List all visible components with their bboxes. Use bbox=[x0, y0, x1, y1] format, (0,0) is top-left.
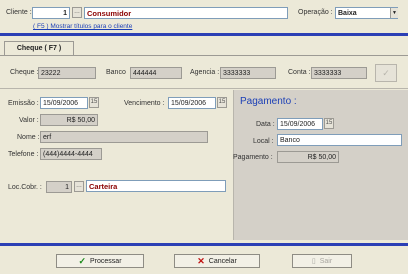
agencia-field[interactable]: 3333333 bbox=[220, 67, 276, 79]
tab-divider bbox=[0, 55, 408, 56]
nome-field[interactable]: erf bbox=[40, 131, 208, 143]
check-icon: ✓ bbox=[78, 255, 87, 266]
close-icon: ✕ bbox=[197, 255, 205, 266]
pagamento-title: Pagamento : bbox=[240, 96, 297, 107]
cliente-name-field: Consumidor bbox=[84, 7, 288, 19]
vencimento-label: Vencimento : bbox=[124, 100, 165, 107]
pagamento-label: Pagamento : bbox=[233, 154, 273, 161]
calendar-icon[interactable]: 15 bbox=[324, 118, 334, 129]
chevron-down-icon[interactable]: ▼ bbox=[390, 8, 398, 18]
top-divider bbox=[0, 33, 408, 36]
telefone-field[interactable]: (444)4444-4444 bbox=[40, 148, 102, 160]
processar-label: Processar bbox=[90, 257, 122, 265]
local-input[interactable]: Banco bbox=[277, 134, 402, 146]
operacao-select[interactable]: Baixa bbox=[335, 7, 398, 19]
sair-label: Sair bbox=[319, 257, 333, 265]
emissao-input[interactable]: 15/09/2006 bbox=[40, 97, 88, 109]
banco-label: Banco bbox=[106, 69, 126, 76]
show-titles-link[interactable]: ( F5 ) Mostrar títulos para o cliente bbox=[33, 23, 132, 30]
cancelar-button[interactable]: ✕ Cancelar bbox=[174, 254, 260, 268]
banco-field[interactable]: 444444 bbox=[130, 67, 182, 79]
calendar-icon[interactable]: 15 bbox=[217, 97, 227, 108]
local-label: Local : bbox=[253, 138, 274, 145]
operacao-label: Operação : bbox=[298, 9, 333, 16]
calendar-icon[interactable]: 15 bbox=[89, 97, 99, 108]
cliente-code-input[interactable]: 1 bbox=[32, 7, 70, 19]
sair-button[interactable]: ▯ Sair bbox=[292, 254, 352, 268]
tab-cheque[interactable]: Cheque ( F7 ) bbox=[4, 41, 74, 55]
bottom-divider bbox=[0, 243, 408, 246]
cancelar-label: Cancelar bbox=[208, 257, 237, 265]
loccobr-search-button[interactable]: … bbox=[74, 181, 84, 192]
cheque-label: Cheque : bbox=[10, 69, 39, 76]
section-divider bbox=[0, 88, 408, 89]
pagamento-field[interactable]: R$ 50,00 bbox=[277, 151, 339, 163]
pagamento-panel bbox=[233, 90, 408, 240]
valor-label: Valor : bbox=[19, 117, 39, 124]
emissao-label: Emissão : bbox=[8, 100, 39, 107]
valor-field[interactable]: R$ 50,00 bbox=[40, 114, 98, 126]
confirm-check-button[interactable]: ✓ bbox=[375, 64, 397, 82]
conta-label: Conta : bbox=[288, 69, 311, 76]
data-input[interactable]: 15/09/2006 bbox=[277, 118, 323, 130]
loccobr-label: Loc.Cobr. : bbox=[8, 184, 42, 191]
loccobr-code-field[interactable]: 1 bbox=[46, 181, 72, 193]
exit-icon: ▯ bbox=[311, 258, 316, 265]
vencimento-input[interactable]: 15/09/2006 bbox=[168, 97, 216, 109]
cliente-search-button[interactable]: … bbox=[72, 7, 82, 18]
cheque-field[interactable]: 23222 bbox=[38, 67, 96, 79]
loccobr-name-field: Carteira bbox=[86, 180, 226, 192]
processar-button[interactable]: ✓ Processar bbox=[56, 254, 144, 268]
telefone-label: Telefone : bbox=[8, 151, 39, 158]
nome-label: Nome : bbox=[17, 134, 40, 141]
cliente-label: Cliente : bbox=[6, 9, 32, 16]
conta-field[interactable]: 3333333 bbox=[311, 67, 367, 79]
agencia-label: Agencia : bbox=[190, 69, 220, 76]
data-label: Data : bbox=[256, 121, 275, 128]
